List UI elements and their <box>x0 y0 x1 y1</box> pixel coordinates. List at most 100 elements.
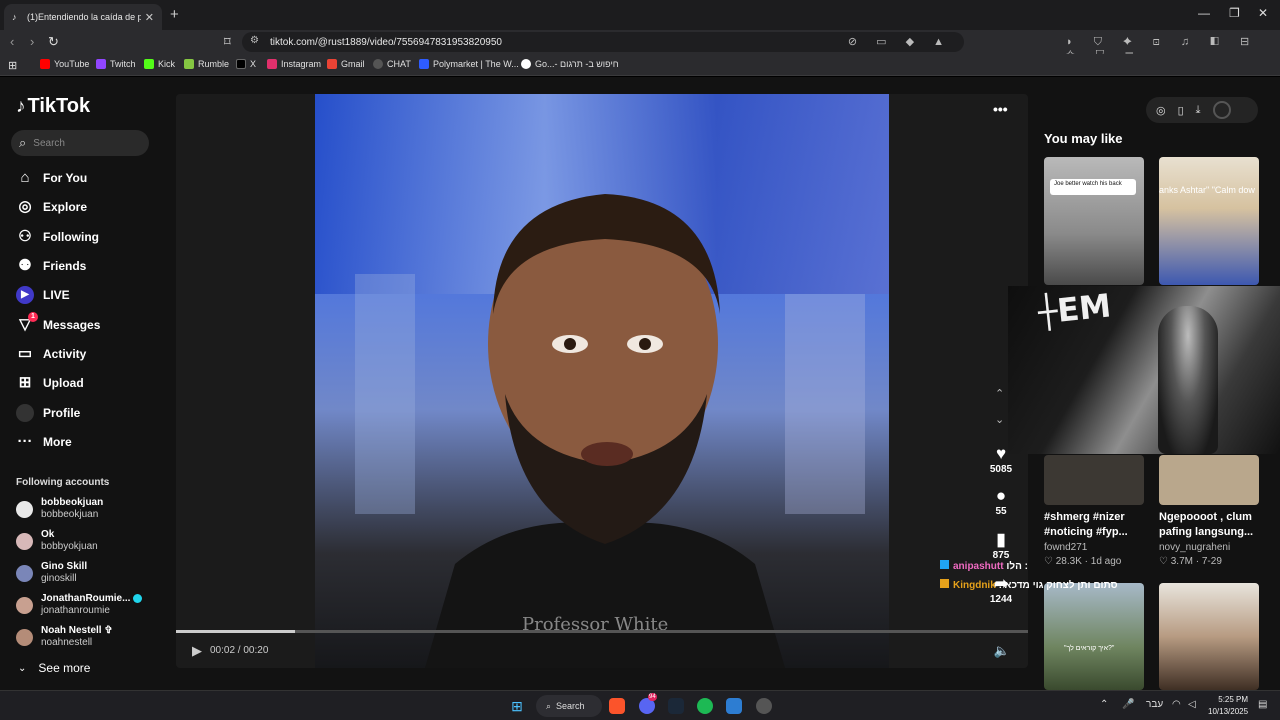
forward-icon[interactable]: › <box>30 34 34 49</box>
following-account[interactable]: Ok bobbyokjuan <box>16 529 98 553</box>
microphone-icon[interactable]: 🎤 <box>1122 699 1134 710</box>
bookmark-kick[interactable]: Kick <box>144 59 175 69</box>
video-frame[interactable]: Professor White <box>315 94 889 668</box>
video-author[interactable]: novy_nugraheni <box>1159 542 1230 553</box>
restore-icon[interactable]: ❐ <box>1229 6 1240 20</box>
apps-grid-icon[interactable]: ⊞ <box>8 59 17 72</box>
address-bar[interactable]: ⚙ tiktok.com/@rust1889/video/75569478319… <box>242 32 964 52</box>
following-icon: ⚇ <box>18 228 32 245</box>
nav-label: Activity <box>43 347 87 361</box>
bookmark-icon[interactable]: ⌑ <box>224 34 231 50</box>
recommended-video-thumbnail[interactable] <box>1044 455 1144 505</box>
chevron-up-icon[interactable]: ⌃ <box>995 387 1004 400</box>
video-progress-bar[interactable] <box>176 630 1028 633</box>
account-name: JonathanRoumie... <box>41 593 131 604</box>
activity-icon: ▭ <box>17 345 33 362</box>
following-account[interactable]: Noah Nestell ✞ noahnestell <box>16 625 113 649</box>
recommended-video-thumbnail[interactable] <box>1159 583 1259 690</box>
friends-icon: ⚉ <box>18 257 32 274</box>
site-info-icon[interactable]: ⚙ <box>250 35 259 46</box>
back-icon[interactable]: ‹ <box>10 34 14 49</box>
bookmark-twitch[interactable]: Twitch <box>96 59 136 69</box>
video-caption[interactable]: Ngepoooot , clum pafing langsung... <box>1159 510 1269 540</box>
reload-icon[interactable]: ↻ <box>48 34 59 50</box>
nav-following[interactable]: ⚇ Following <box>16 228 99 246</box>
account-handle: jonathanroumie <box>41 605 110 616</box>
recommended-video-thumbnail[interactable] <box>1159 455 1259 505</box>
video-author[interactable]: fownd271 <box>1044 542 1087 553</box>
nav-upload[interactable]: ⊞ Upload <box>16 374 84 392</box>
notifications-icon[interactable]: ▤ <box>1258 699 1267 710</box>
steam-icon[interactable] <box>668 698 684 714</box>
nav-more[interactable]: ··· More <box>16 433 72 451</box>
see-more-button[interactable]: ⌄ See more <box>18 661 90 675</box>
recommended-video-thumbnail[interactable]: "איך קוראים לך?" <box>1044 583 1144 690</box>
video-caption[interactable]: #shmerg #nizer #noticing #fyp... <box>1044 510 1154 540</box>
minimize-icon[interactable]: — <box>1198 6 1210 20</box>
view-count: 28.3K <box>1055 556 1082 567</box>
more-options-icon[interactable]: ••• <box>993 101 1008 117</box>
crusader-knight-figure <box>1158 306 1218 454</box>
phone-icon[interactable]: ▯ <box>1178 104 1184 117</box>
bookmark-google[interactable]: Go...- חיפוש ב- תרגום <box>521 59 619 69</box>
nav-for-you[interactable]: ⌂ For You <box>16 169 87 187</box>
taskbar-clock[interactable]: 5:25 PM 10/13/2025 <box>1208 694 1248 718</box>
nav-activity[interactable]: ▭ Activity <box>16 345 86 363</box>
windows-start-icon[interactable]: ⊞ <box>509 698 525 714</box>
address-bar-icons[interactable]: ⊘ ▭ ◆ ▲ <box>848 35 952 48</box>
bookmark-rumble[interactable]: Rumble <box>184 59 229 69</box>
nav-label: More <box>43 435 72 449</box>
bookmark-x[interactable]: X <box>236 59 256 69</box>
chat-badge-icon <box>940 560 949 569</box>
following-account[interactable]: Gino Skill ginoskill <box>16 561 87 585</box>
close-tab-icon[interactable]: ✕ <box>145 11 154 24</box>
volume-icon[interactable]: 🔈 <box>994 643 1010 659</box>
spotify-icon[interactable] <box>697 698 713 714</box>
chat-message: Kingdnik : סתום ותן לצחוק גוי מדכא <box>940 579 1118 591</box>
discord-icon[interactable]: 94 <box>639 693 657 714</box>
browser-tab[interactable]: ♪ (1)Entendiendo la caída de polít ✕ <box>4 4 162 30</box>
play-icon[interactable]: ▶ <box>192 643 202 659</box>
profile-avatar-icon <box>16 404 34 422</box>
taskbar-search[interactable]: ⌕ Search <box>536 695 602 717</box>
following-account[interactable]: bobbeokjuan bobbeokjuan <box>16 497 103 521</box>
tray-chevron-icon[interactable]: ⌃ <box>1100 699 1108 710</box>
wifi-icon[interactable]: ◠ <box>1172 699 1181 710</box>
following-account[interactable]: JonathanRoumie... jonathanroumie <box>16 593 143 617</box>
new-tab-icon[interactable]: + <box>170 6 179 23</box>
video-tools-bar: ◎ ▯ ⤓ <box>1146 97 1258 123</box>
taskbar-search-label: Search <box>556 701 585 711</box>
recommended-video-thumbnail[interactable]: anks Ashtar" "Calm dow <box>1159 157 1259 285</box>
nav-friends[interactable]: ⚉ Friends <box>16 257 86 275</box>
save-button[interactable]: ▮ 875 <box>983 530 1019 561</box>
bookmark-gmail[interactable]: Gmail <box>327 59 365 69</box>
nav-profile[interactable]: Profile <box>16 404 80 422</box>
bookmark-label: CHAT <box>387 59 411 69</box>
nav-messages[interactable]: ▽ 1 Messages <box>16 312 100 334</box>
chevron-down-icon[interactable]: ⌄ <box>995 413 1004 426</box>
speaker-icon[interactable]: ◁ <box>1188 699 1196 710</box>
close-window-icon[interactable]: ✕ <box>1258 6 1268 20</box>
live-icon: ▶ <box>16 286 34 304</box>
compass-icon[interactable]: ◎ <box>1156 104 1166 117</box>
search-input[interactable]: ⌕ Search <box>11 130 149 156</box>
chrome-icon[interactable] <box>756 698 772 714</box>
tiktok-logo[interactable]: ♪ TikTok <box>16 95 90 118</box>
comment-button[interactable]: ● 55 <box>983 486 1019 517</box>
account-handle: bobbeokjuan <box>41 509 99 520</box>
download-icon[interactable]: ⤓ <box>1196 104 1201 117</box>
recommended-video-thumbnail[interactable]: Joe better watch his back <box>1044 157 1144 285</box>
brave-browser-icon[interactable] <box>609 698 625 714</box>
bookmark-chat[interactable]: CHAT <box>373 59 411 69</box>
bookmark-youtube[interactable]: YouTube <box>40 59 89 69</box>
nav-label: LIVE <box>43 288 70 302</box>
video-progress-fill <box>176 630 296 633</box>
nav-live[interactable]: ▶ LIVE <box>16 286 70 304</box>
bookmark-polymarket[interactable]: Polymarket | The W... <box>419 59 519 69</box>
language-indicator[interactable]: עבר <box>1146 699 1163 710</box>
nav-explore[interactable]: ◎ Explore <box>16 198 87 216</box>
photos-icon[interactable] <box>726 698 742 714</box>
video-player[interactable]: Professor White ▶ 00:02 / 00:20 🔈 rust18… <box>176 94 1028 668</box>
comment-icon: ● <box>995 486 1007 505</box>
bookmark-instagram[interactable]: Instagram <box>267 59 321 69</box>
